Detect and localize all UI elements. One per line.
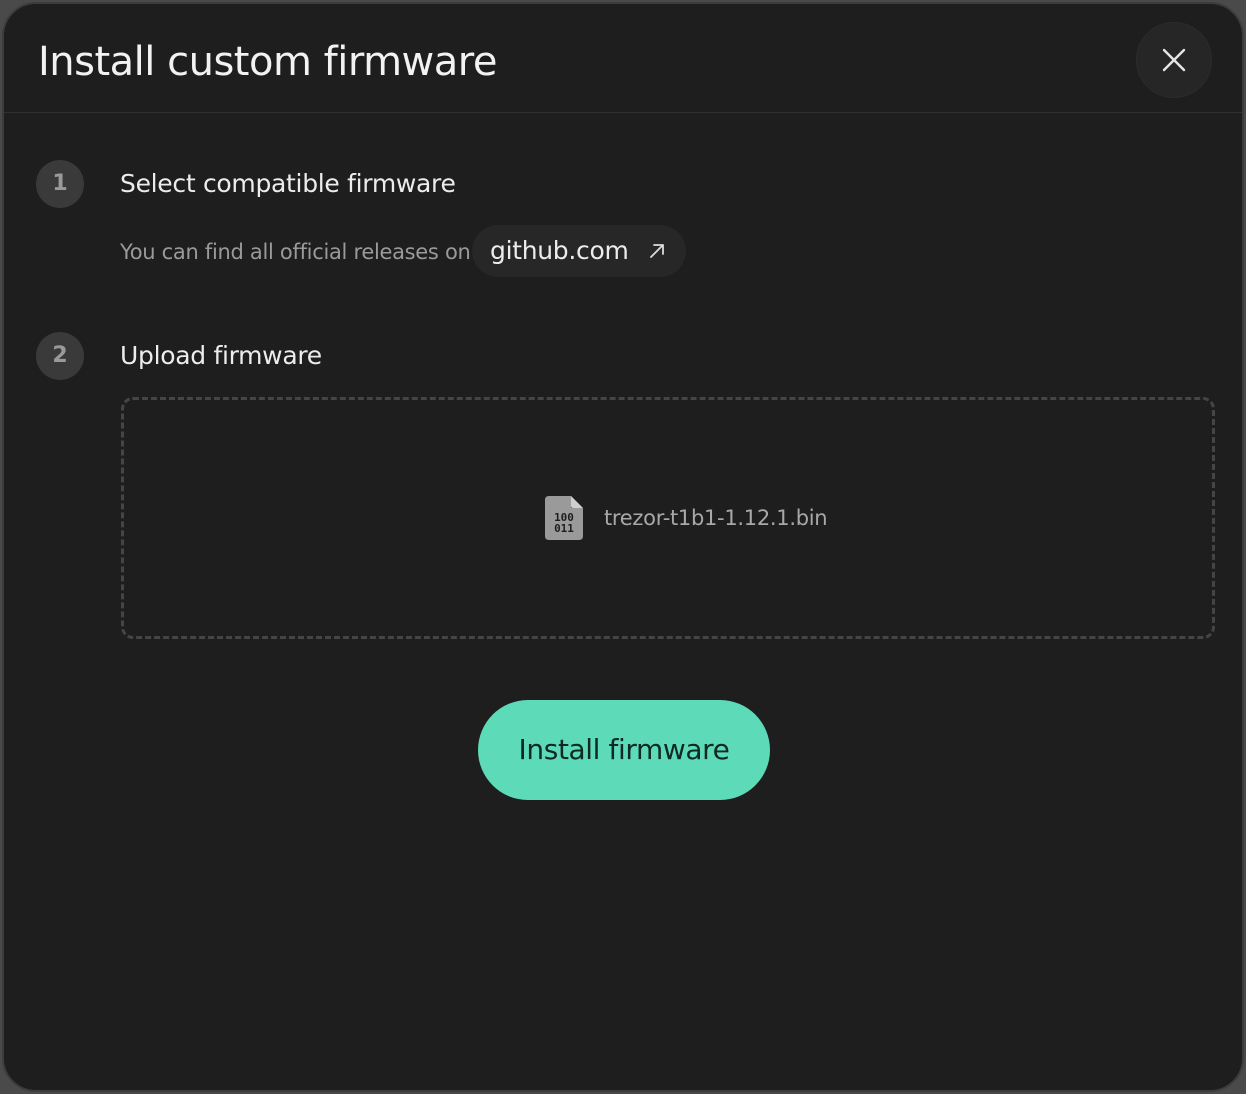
releases-hint: You can find all official releases on — [120, 240, 471, 264]
github-link[interactable]: github.com — [472, 225, 686, 277]
close-icon — [1162, 48, 1186, 72]
external-link-arrow-icon — [650, 244, 664, 258]
close-button[interactable] — [1136, 22, 1212, 98]
modal-header: Install custom firmware — [4, 4, 1242, 113]
install-firmware-modal: Install custom firmware 1 Select compati… — [2, 2, 1244, 1092]
step-1-badge: 1 — [36, 160, 84, 208]
step-2-title: Upload firmware — [120, 341, 322, 370]
firmware-dropzone[interactable]: 100 011 trezor-t1b1-1.12.1.bin — [121, 397, 1215, 639]
step-1-title: Select compatible firmware — [120, 169, 456, 198]
modal-title: Install custom firmware — [38, 39, 497, 85]
step-2-badge: 2 — [36, 332, 84, 380]
file-name: trezor-t1b1-1.12.1.bin — [604, 506, 828, 530]
install-firmware-button[interactable]: Install firmware — [478, 700, 770, 800]
svg-text:011: 011 — [554, 522, 574, 535]
github-link-label: github.com — [490, 236, 629, 265]
binary-file-icon: 100 011 — [545, 496, 583, 540]
